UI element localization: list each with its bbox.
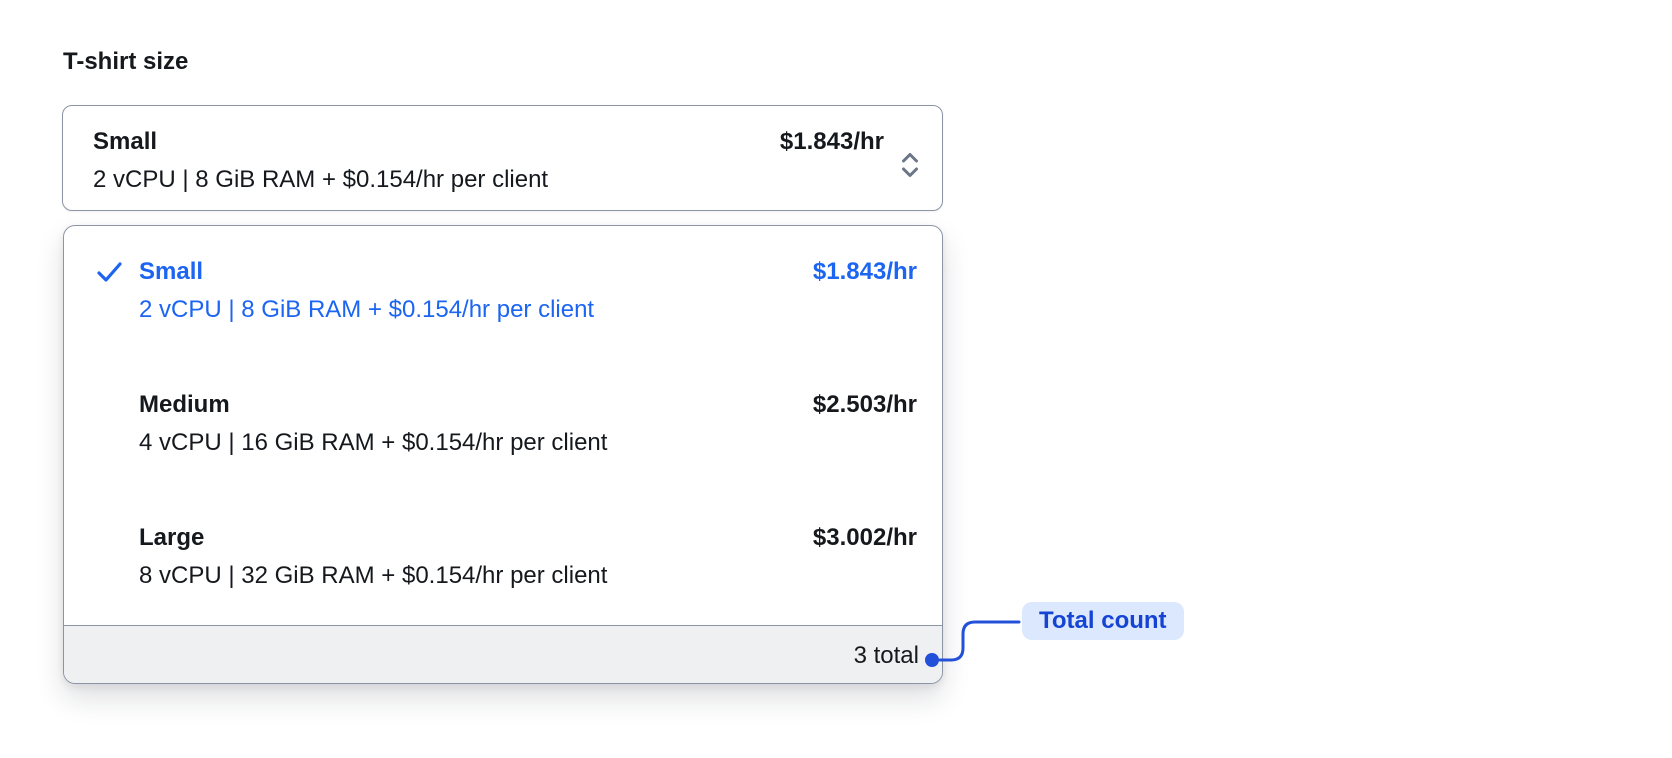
select-value: Small 2 vCPU | 8 GiB RAM + $0.154/hr per… xyxy=(93,126,548,196)
option-content: Small 2 vCPU | 8 GiB RAM + $0.154/hr per… xyxy=(139,256,594,326)
option-name: Large xyxy=(139,524,205,551)
option-name: Small xyxy=(139,258,204,285)
option-price: $3.002/hr xyxy=(812,524,917,551)
option-specs: 8 vCPU | 32 GiB RAM + $0.154/hr per clie… xyxy=(139,562,608,589)
tshirt-size-dropdown: Small 2 vCPU | 8 GiB RAM + $0.154/hr per… xyxy=(63,225,943,684)
option-price: $2.503/hr xyxy=(812,391,917,418)
select-value-name: Small xyxy=(93,128,158,155)
annotation-label: Total count xyxy=(1022,602,1184,640)
field-label: T-shirt size xyxy=(63,48,189,75)
tshirt-size-select[interactable]: Small 2 vCPU | 8 GiB RAM + $0.154/hr per… xyxy=(62,105,943,211)
option-name: Medium xyxy=(139,391,230,418)
option-content: Medium 4 vCPU | 16 GiB RAM + $0.154/hr p… xyxy=(139,389,607,459)
total-count-text: 3 total xyxy=(853,641,919,669)
option-large[interactable]: Large 8 vCPU | 32 GiB RAM + $0.154/hr pe… xyxy=(64,492,942,625)
dropdown-footer: 3 total xyxy=(64,625,942,683)
option-medium[interactable]: Medium 4 vCPU | 16 GiB RAM + $0.154/hr p… xyxy=(64,359,942,492)
option-specs: 4 vCPU | 16 GiB RAM + $0.154/hr per clie… xyxy=(139,429,608,456)
select-value-price: $1.843/hr xyxy=(779,128,884,155)
option-specs: 2 vCPU | 8 GiB RAM + $0.154/hr per clien… xyxy=(139,296,595,323)
option-list: Small 2 vCPU | 8 GiB RAM + $0.154/hr per… xyxy=(64,226,942,625)
check-icon xyxy=(96,256,139,283)
select-value-specs: 2 vCPU | 8 GiB RAM + $0.154/hr per clien… xyxy=(93,166,549,193)
option-price: $1.843/hr xyxy=(812,258,917,285)
chevron-up-down-icon xyxy=(898,150,922,180)
option-small[interactable]: Small 2 vCPU | 8 GiB RAM + $0.154/hr per… xyxy=(64,226,942,359)
option-content: Large 8 vCPU | 32 GiB RAM + $0.154/hr pe… xyxy=(139,522,607,592)
